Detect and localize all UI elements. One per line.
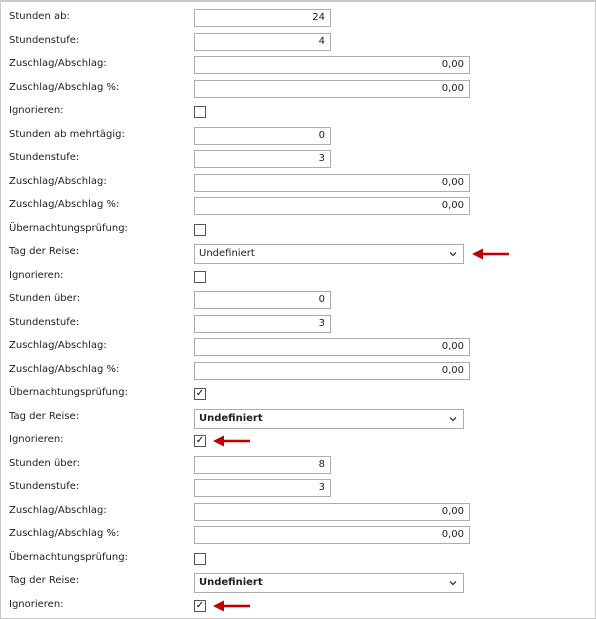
field-label: Stunden ab: [9, 11, 70, 22]
select-value: Undefiniert [199, 577, 263, 588]
field-label: Stunden über: [9, 458, 81, 469]
tag-der-reise-select[interactable]: Undefiniert [194, 244, 464, 264]
form-row-zuschlag-abschlag-pct: Zuschlag/Abschlag %: 0,00 [0, 196, 596, 217]
select-value: Undefiniert [199, 413, 263, 424]
field-label: Stundenstufe: [9, 152, 80, 163]
field-label: Übernachtungsprüfung: [9, 552, 128, 563]
checkmark-icon: ✓ [195, 435, 205, 446]
zuschlag-abschlag-input[interactable]: 0,00 [194, 56, 470, 74]
form-row-stunden-ueber: Stunden über: 8 [0, 455, 596, 476]
form-row-ignorieren: Ignorieren: [0, 267, 596, 288]
zuschlag-abschlag-input[interactable]: 0,00 [194, 174, 470, 192]
zuschlag-abschlag-pct-input[interactable]: 0,00 [194, 362, 470, 380]
form-row-uebernachtungspruefung: Übernachtungsprüfung: ✓ [0, 384, 596, 405]
red-arrow-icon [472, 248, 509, 260]
form-row-tag-der-reise: Tag der Reise: Undefiniert [0, 408, 596, 429]
field-label: Zuschlag/Abschlag: [9, 176, 107, 187]
form-row-zuschlag-abschlag: Zuschlag/Abschlag: 0,00 [0, 337, 596, 358]
stunden-ab-input[interactable]: 24 [194, 9, 331, 27]
field-label: Stunden ab mehrtägig: [9, 129, 125, 140]
field-label: Zuschlag/Abschlag %: [9, 528, 120, 539]
form-row-zuschlag-abschlag-pct: Zuschlag/Abschlag %: 0,00 [0, 525, 596, 546]
field-label: Übernachtungsprüfung: [9, 223, 128, 234]
uebernachtungspruefung-checkbox[interactable]: ✓ [194, 388, 206, 400]
field-label: Zuschlag/Abschlag: [9, 505, 107, 516]
chevron-down-icon [449, 252, 457, 257]
checkmark-icon: ✓ [195, 388, 205, 399]
red-arrow-icon [213, 600, 250, 612]
ignorieren-checkbox[interactable]: ✓ [194, 435, 206, 447]
form-row-ignorieren: Ignorieren: ✓ [0, 431, 596, 452]
stunden-ueber-input[interactable]: 0 [194, 291, 331, 309]
field-label: Stundenstufe: [9, 481, 80, 492]
stundenstufe-input[interactable]: 3 [194, 479, 331, 497]
form-row-zuschlag-abschlag: Zuschlag/Abschlag: 0,00 [0, 173, 596, 194]
field-label: Zuschlag/Abschlag %: [9, 364, 120, 375]
field-label: Tag der Reise: [9, 246, 80, 257]
field-label: Stundenstufe: [9, 317, 80, 328]
field-label: Zuschlag/Abschlag %: [9, 199, 120, 210]
stundenstufe-input[interactable]: 4 [194, 33, 331, 51]
stundenstufe-input[interactable]: 3 [194, 150, 331, 168]
tag-der-reise-select[interactable]: Undefiniert [194, 573, 464, 593]
field-label: Zuschlag/Abschlag: [9, 58, 107, 69]
form-row-stundenstufe: Stundenstufe: 4 [0, 32, 596, 53]
ignorieren-checkbox[interactable] [194, 271, 206, 283]
chevron-down-icon [449, 417, 457, 422]
field-label: Ignorieren: [9, 105, 64, 116]
uebernachtungspruefung-checkbox[interactable] [194, 553, 206, 565]
form-row-stunden-ab: Stunden ab: 24 [0, 8, 596, 29]
field-label: Ignorieren: [9, 434, 64, 445]
form-row-zuschlag-abschlag: Zuschlag/Abschlag: 0,00 [0, 55, 596, 76]
form-row-uebernachtungspruefung: Übernachtungsprüfung: [0, 220, 596, 241]
uebernachtungspruefung-checkbox[interactable] [194, 224, 206, 236]
field-label: Zuschlag/Abschlag: [9, 340, 107, 351]
stunden-ab-mehrtaegig-input[interactable]: 0 [194, 127, 331, 145]
select-value: Undefiniert [199, 248, 255, 259]
zuschlag-abschlag-input[interactable]: 0,00 [194, 338, 470, 356]
field-label: Ignorieren: [9, 270, 64, 281]
chevron-down-icon [449, 581, 457, 586]
field-label: Stundenstufe: [9, 35, 80, 46]
form-row-stundenstufe: Stundenstufe: 3 [0, 314, 596, 335]
field-label: Tag der Reise: [9, 411, 80, 422]
field-label: Übernachtungsprüfung: [9, 387, 128, 398]
form-row-uebernachtungspruefung: Übernachtungsprüfung: [0, 549, 596, 570]
form-row-stundenstufe: Stundenstufe: 3 [0, 478, 596, 499]
red-arrow-icon [213, 435, 250, 447]
form-row-stunden-ueber: Stunden über: 0 [0, 290, 596, 311]
tag-der-reise-select[interactable]: Undefiniert [194, 409, 464, 429]
zuschlag-abschlag-pct-input[interactable]: 0,00 [194, 80, 470, 98]
form-row-ignorieren: Ignorieren: [0, 102, 596, 123]
form-row-zuschlag-abschlag: Zuschlag/Abschlag: 0,00 [0, 502, 596, 523]
form-row-tag-der-reise: Tag der Reise: Undefiniert [0, 572, 596, 593]
form-row-zuschlag-abschlag-pct: Zuschlag/Abschlag %: 0,00 [0, 79, 596, 100]
field-label: Ignorieren: [9, 599, 64, 610]
zuschlag-abschlag-pct-input[interactable]: 0,00 [194, 526, 470, 544]
form-row-tag-der-reise: Tag der Reise: Undefiniert [0, 243, 596, 264]
zuschlag-abschlag-input[interactable]: 0,00 [194, 503, 470, 521]
ignorieren-checkbox[interactable]: ✓ [194, 600, 206, 612]
stunden-ueber-input[interactable]: 8 [194, 456, 331, 474]
form-row-stundenstufe: Stundenstufe: 3 [0, 149, 596, 170]
form-row-zuschlag-abschlag-pct: Zuschlag/Abschlag %: 0,00 [0, 361, 596, 382]
form-fields: Stunden ab: 24 Stundenstufe: 4 Zuschlag/Absc… [0, 0, 596, 618]
form-row-stunden-ab-mehrtaegig: Stunden ab mehrtägig: 0 [0, 126, 596, 147]
ignorieren-checkbox[interactable] [194, 106, 206, 118]
form-row-ignorieren: Ignorieren: ✓ [0, 596, 596, 617]
field-label: Tag der Reise: [9, 575, 80, 586]
zuschlag-abschlag-pct-input[interactable]: 0,00 [194, 197, 470, 215]
stundenstufe-input[interactable]: 3 [194, 315, 331, 333]
field-label: Zuschlag/Abschlag %: [9, 82, 120, 93]
field-label: Stunden über: [9, 293, 81, 304]
checkmark-icon: ✓ [195, 600, 205, 611]
